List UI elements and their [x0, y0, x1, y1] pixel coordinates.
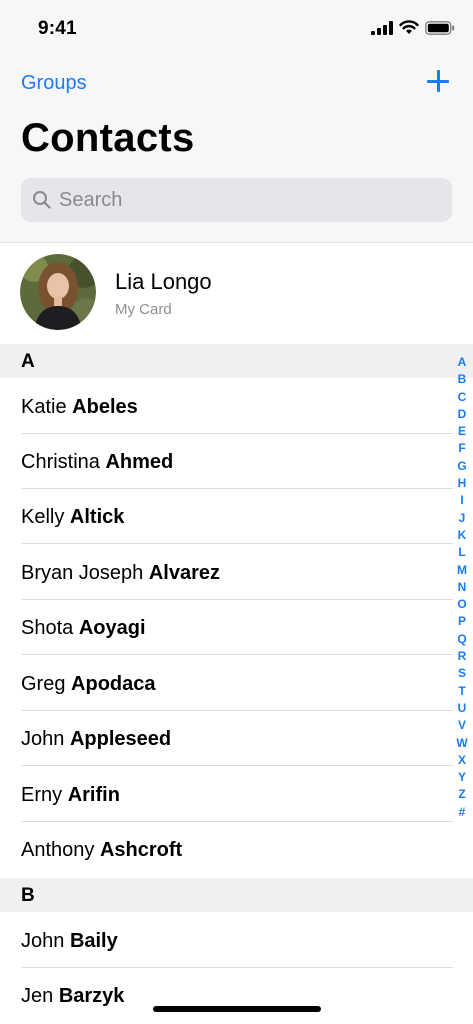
section-header-b: B	[0, 878, 473, 912]
my-card-row[interactable]: Lia Longo My Card	[0, 243, 473, 343]
search-icon	[33, 191, 51, 209]
search-input[interactable]	[57, 187, 441, 213]
plus-icon[interactable]	[424, 66, 454, 96]
contact-last-name: Ahmed	[105, 451, 174, 473]
contact-row[interactable]: Bryan Joseph Alvarez	[0, 545, 473, 600]
contact-first-name: John	[21, 728, 65, 750]
index-letter[interactable]: M	[457, 562, 467, 579]
contact-first-name: Jen	[21, 985, 54, 1007]
wifi-icon	[399, 20, 419, 34]
section-header-a: A	[0, 344, 473, 378]
contact-row[interactable]: Greg Apodaca	[0, 656, 473, 711]
contact-first-name: Bryan Joseph	[21, 562, 144, 584]
index-letter[interactable]: R	[458, 648, 467, 665]
status-time: 9:41	[38, 18, 77, 39]
index-letter[interactable]: Y	[458, 769, 466, 786]
avatar	[20, 254, 96, 330]
status-icons	[371, 20, 455, 35]
contact-last-name: Appleseed	[69, 728, 172, 750]
contact-last-name: Aoyagi	[78, 617, 146, 639]
contact-last-name: Abeles	[72, 396, 138, 418]
contact-first-name: Anthony	[21, 839, 95, 861]
contact-row[interactable]: Christina Ahmed	[0, 434, 473, 489]
index-letter[interactable]: N	[458, 579, 467, 596]
section-index-bar[interactable]: A B C D E F G H I J K L M N O P Q R S T …	[455, 354, 469, 821]
section-letter: A	[21, 351, 35, 372]
index-letter[interactable]: O	[457, 596, 466, 613]
contact-last-name: Altick	[69, 506, 125, 528]
index-letter[interactable]: S	[458, 665, 466, 682]
index-letter[interactable]: Q	[457, 631, 466, 648]
groups-button[interactable]: Groups	[21, 72, 87, 95]
search-bar[interactable]	[21, 178, 452, 222]
row-divider	[21, 654, 453, 655]
contact-row[interactable]: Anthony Ashcroft	[0, 822, 473, 877]
index-letter[interactable]: A	[458, 354, 467, 371]
my-card-name: Lia Longo	[115, 269, 212, 294]
contact-first-name: Katie	[21, 396, 67, 418]
section-letter: B	[21, 885, 35, 906]
index-letter[interactable]: U	[458, 700, 467, 717]
index-letter[interactable]: E	[458, 423, 466, 440]
contact-last-name: Alvarez	[148, 562, 221, 584]
navigation-header: 9:41 Groups Contacts	[0, 0, 473, 243]
index-letter[interactable]: Z	[458, 786, 465, 803]
contact-first-name: Christina	[21, 451, 100, 473]
home-indicator[interactable]	[153, 1006, 321, 1012]
index-letter[interactable]: D	[458, 406, 467, 423]
index-letter[interactable]: X	[458, 752, 466, 769]
index-letter[interactable]: L	[458, 544, 465, 561]
cellular-signal-icon	[371, 20, 393, 35]
contact-first-name: Erny	[21, 784, 63, 806]
row-divider	[21, 765, 453, 766]
contact-first-name: Greg	[21, 673, 66, 695]
index-letter[interactable]: F	[458, 440, 465, 457]
index-letter[interactable]: G	[457, 458, 466, 475]
contact-row[interactable]: John Appleseed	[0, 711, 473, 766]
index-letter[interactable]: J	[459, 510, 466, 527]
index-letter[interactable]: T	[458, 683, 465, 700]
battery-icon	[425, 20, 455, 35]
contact-first-name: John	[21, 930, 65, 952]
contact-row[interactable]: Shota Aoyagi	[0, 600, 473, 655]
index-letter[interactable]: W	[456, 735, 467, 752]
contact-first-name: Shota	[21, 617, 74, 639]
contact-last-name: Apodaca	[71, 673, 156, 695]
index-letter[interactable]: B	[458, 371, 467, 388]
index-letter[interactable]: K	[458, 527, 467, 544]
index-letter[interactable]: #	[459, 804, 466, 821]
contact-first-name: Kelly	[21, 506, 65, 528]
contact-row[interactable]: John Baily	[0, 913, 473, 968]
contact-row[interactable]: Katie Abeles	[0, 379, 473, 434]
contact-last-name: Baily	[69, 930, 118, 952]
contact-row[interactable]: Erny Arifin	[0, 767, 473, 822]
contact-last-name: Arifin	[67, 784, 120, 806]
contact-last-name: Ashcroft	[99, 839, 183, 861]
contact-row[interactable]: Kelly Altick	[0, 489, 473, 544]
my-card-subtitle: My Card	[115, 301, 172, 318]
index-letter[interactable]: P	[458, 613, 466, 630]
index-letter[interactable]: V	[458, 717, 466, 734]
index-letter[interactable]: C	[458, 389, 467, 406]
page-title: Contacts	[21, 116, 195, 160]
contact-last-name: Barzyk	[58, 985, 125, 1007]
contact-row[interactable]: Jen Barzyk	[0, 968, 473, 1023]
index-letter[interactable]: I	[460, 492, 463, 509]
index-letter[interactable]: H	[458, 475, 467, 492]
row-divider	[21, 543, 453, 544]
